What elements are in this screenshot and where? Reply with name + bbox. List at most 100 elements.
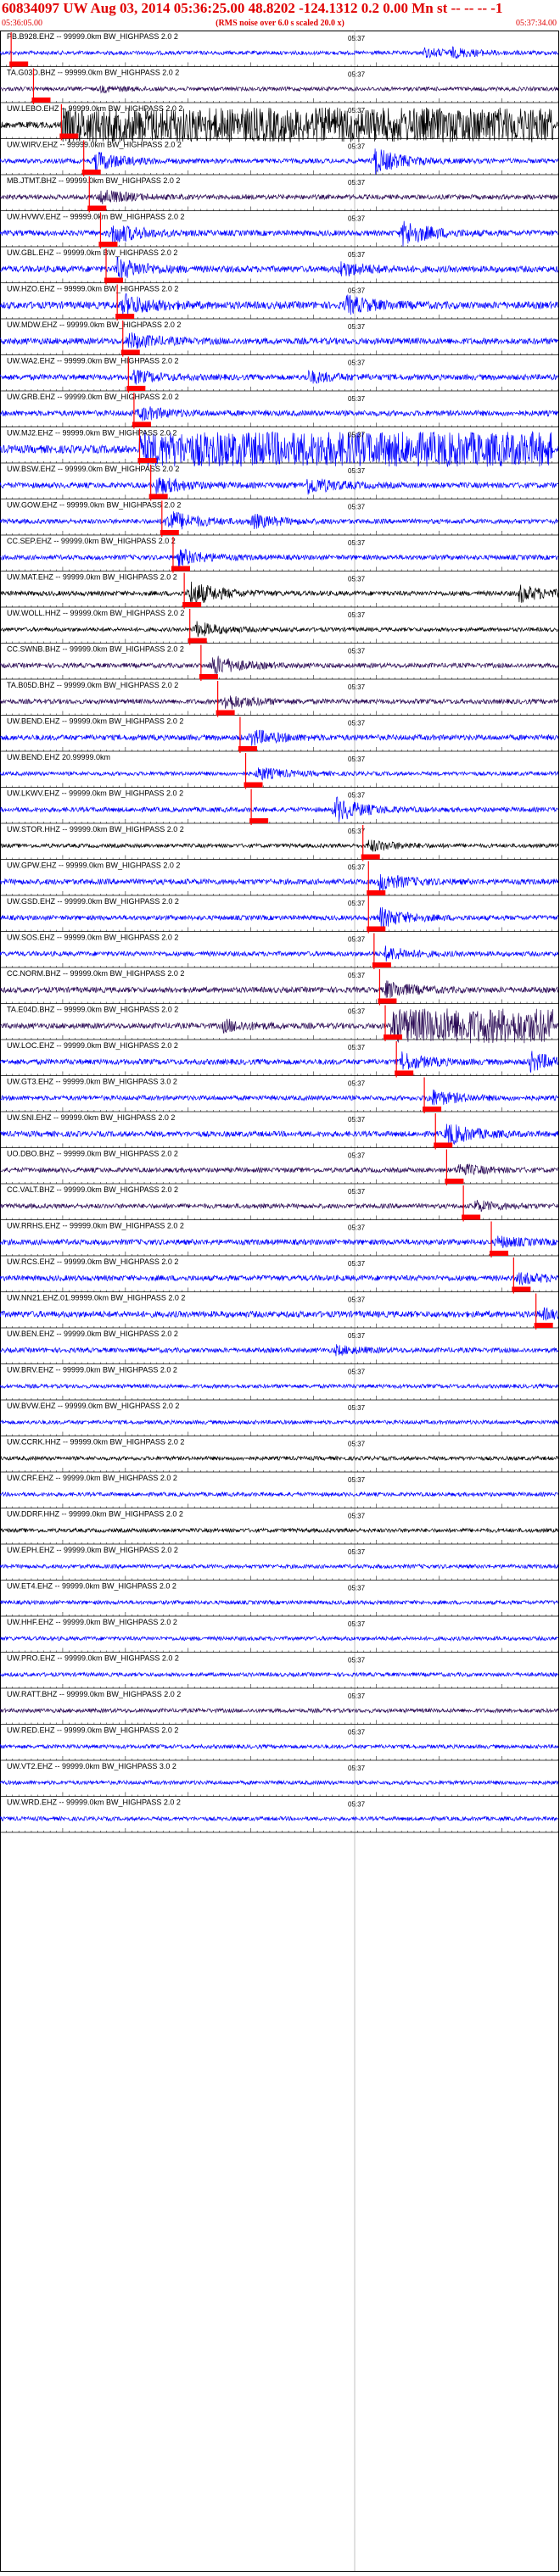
minute-tick-label: 05:37 — [348, 1296, 366, 1304]
trace-label: UW.WIRV.EHZ -- 99999.0km BW_HIGHPASS 2.0… — [7, 141, 182, 149]
minute-tick-label: 05:37 — [348, 1620, 366, 1628]
waveform-trace — [0, 1383, 559, 1390]
pick-marker — [81, 170, 101, 175]
trace-label: UW.CRF.EHZ -- 99999.0km BW_HIGHPASS 2.0 … — [7, 1474, 177, 1482]
minute-tick-label: 05:37 — [348, 539, 366, 547]
trace-label: TA.E04D.BHZ -- 99999.0km BW_HIGHPASS 2.0… — [7, 1006, 178, 1014]
minute-tick-label: 05:37 — [348, 1008, 366, 1016]
waveform-trace — [0, 1235, 559, 1248]
waveform-trace — [0, 1307, 559, 1321]
trace-label: PB.B928.EHZ -- 99999.0km BW_HIGHPASS 2.0… — [7, 32, 178, 41]
waveform-trace — [0, 1419, 559, 1425]
waveform-trace — [0, 1563, 559, 1570]
pick-marker — [384, 1034, 403, 1040]
trace-label: UW.SOS.EHZ -- 99999.0km BW_HIGHPASS 2.0 … — [7, 934, 178, 942]
minute-tick-label: 05:37 — [348, 395, 366, 403]
waveform-trace — [0, 695, 559, 710]
trace-label: UW.DDRF.HHZ -- 99999.0km BW_HIGHPASS 2.0… — [7, 1510, 183, 1519]
minute-tick-label: 05:37 — [348, 1441, 366, 1448]
waveform-trace — [0, 1455, 559, 1462]
waveform-trace — [0, 477, 559, 495]
minute-tick-label: 05:37 — [348, 1657, 366, 1664]
waveform-trace — [0, 1008, 559, 1044]
minute-tick-label: 05:37 — [348, 1765, 366, 1772]
minute-tick-label: 05:37 — [348, 1152, 366, 1160]
minute-tick-label: 05:37 — [348, 179, 366, 187]
minute-tick-label: 05:37 — [348, 1476, 366, 1484]
pick-marker — [132, 421, 151, 427]
minute-tick-label: 05:37 — [348, 792, 366, 800]
trace-label: UW.WA2.EHZ -- 99999.0km BW_HIGHPASS 2.0 … — [7, 357, 179, 365]
trace-label: UW.RRHS.EHZ -- 99999.0km BW_HIGHPASS 2.0… — [7, 1222, 184, 1230]
trace-label: UW.RED.EHZ -- 99999.0km BW_HIGHPASS 2.0 … — [7, 1726, 178, 1735]
pick-marker — [238, 746, 257, 751]
pick-marker — [87, 205, 107, 211]
minute-tick-label: 05:37 — [348, 1188, 366, 1196]
trace-label: UW.MJ2.EHZ -- 99999.0km BW_HIGHPASS 2.0 … — [7, 429, 176, 438]
trace-label: UW.BRV.EHZ -- 99999.0km BW_HIGHPASS 2.0 … — [7, 1366, 177, 1374]
pick-marker — [171, 566, 190, 572]
trace-label: MB.JTMT.BHZ -- 99999.0km BW_HIGHPASS 2.0… — [7, 176, 180, 185]
pick-marker — [120, 349, 140, 355]
waveform-trace — [0, 189, 558, 204]
trace-label: UW.STOR.HHZ -- 99999.0km BW_HIGHPASS 2.0… — [7, 825, 184, 834]
waveform-trace — [0, 839, 559, 852]
trace-label: UW.MAT.EHZ -- 99999.0km BW_HIGHPASS 2.0 … — [7, 573, 177, 582]
trace-label: UW.GSD.EHZ -- 99999.0km BW_HIGHPASS 2.0 … — [7, 897, 179, 906]
waveform-trace — [0, 796, 559, 822]
waveform-trace — [0, 1599, 559, 1606]
pick-marker — [31, 98, 51, 103]
trace-label: UW.LKWV.EHZ -- 99999.0km BW_HIGHPASS 2.0… — [7, 789, 183, 798]
pick-marker — [367, 926, 386, 932]
waveform-trace — [0, 945, 559, 962]
waveform-trace — [0, 1527, 559, 1534]
trace-label: UW.BSW.EHZ -- 99999.0km BW_HIGHPASS 2.0 … — [7, 465, 179, 473]
minute-tick-label: 05:37 — [348, 467, 366, 475]
waveform-trace — [0, 621, 559, 638]
waveform-trace — [0, 293, 559, 317]
pick-marker — [462, 1214, 481, 1220]
trace-label: CC.SWNB.BHZ -- 99999.0km BW_HIGHPASS 2.0… — [7, 645, 184, 654]
pick-marker — [126, 386, 146, 391]
minute-tick-label: 05:37 — [348, 215, 366, 223]
pick-marker — [372, 962, 391, 967]
waveform-trace — [0, 511, 559, 530]
pick-marker — [512, 1286, 531, 1292]
pick-marker — [199, 674, 218, 679]
pick-marker — [9, 61, 29, 67]
minute-tick-label: 05:37 — [348, 1548, 366, 1556]
pick-marker — [361, 854, 380, 860]
trace-label: UW.MDW.EHZ -- 99999.0km BW_HIGHPASS 2.0 … — [7, 321, 181, 329]
minute-tick-label: 05:37 — [348, 1801, 366, 1809]
waveform-trace — [0, 549, 559, 568]
pick-marker — [445, 1179, 464, 1184]
trace-label: UW.BEN.EHZ -- 99999.0km BW_HIGHPASS 2.0 … — [7, 1330, 178, 1338]
waveform-trace — [0, 1815, 559, 1822]
pick-marker — [423, 1107, 442, 1112]
end-time-label: 05:37:34.00 — [515, 19, 557, 28]
trace-label: TA.G03D.BHZ -- 99999.0km BW_HIGHPASS 2.0… — [7, 69, 179, 77]
minute-tick-label: 05:37 — [348, 35, 366, 42]
trace-label: UW.ET4.EHZ -- 99999.0km BW_HIGHPASS 2.0 … — [7, 1582, 176, 1591]
minute-tick-label: 05:37 — [348, 323, 366, 331]
trace-label: UW.HZO.EHZ -- 99999.0km BW_HIGHPASS 2.0 … — [7, 285, 178, 293]
minute-tick-label: 05:37 — [348, 1044, 366, 1051]
trace-label: CC.VALT.BHZ -- 99999.0km BW_HIGHPASS 2.0… — [7, 1185, 178, 1194]
minute-tick-label: 05:37 — [348, 1369, 366, 1376]
waveform-trace — [0, 581, 559, 605]
waveform-trace — [0, 980, 559, 998]
waveform-trace — [0, 85, 559, 94]
waveform-trace — [0, 256, 559, 281]
waveform-trace — [0, 767, 559, 781]
minute-tick-label: 05:37 — [348, 432, 366, 439]
minute-tick-label: 05:37 — [348, 504, 366, 511]
minute-tick-label: 05:37 — [348, 864, 366, 872]
trace-label: UW.WRD.EHZ -- 99999.0km BW_HIGHPASS 2.0 … — [7, 1798, 181, 1807]
trace-label: CC.NORM.BHZ -- 99999.0km BW_HIGHPASS 2.0… — [7, 969, 184, 978]
minute-tick-label: 05:37 — [348, 576, 366, 583]
trace-label: UW.CCRK.HHZ -- 99999.0km BW_HIGHPASS 2.0… — [7, 1438, 184, 1447]
minute-tick-label: 05:37 — [348, 1585, 366, 1592]
waveform-trace — [0, 1089, 559, 1106]
minute-tick-label: 05:37 — [348, 1513, 366, 1520]
minute-tick-label: 05:37 — [348, 756, 366, 763]
